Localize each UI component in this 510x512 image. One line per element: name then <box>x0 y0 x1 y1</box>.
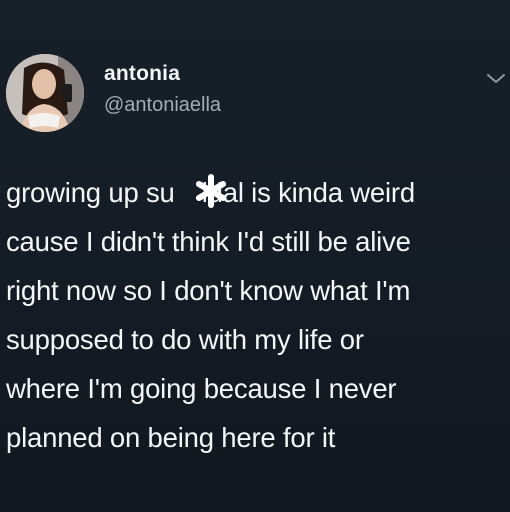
avatar[interactable] <box>6 54 84 132</box>
author-handle[interactable]: @antoniaella <box>104 94 221 117</box>
author-name[interactable]: antonia <box>104 62 180 86</box>
tweet-text: growing up su idal is kinda weird cause … <box>6 177 415 453</box>
chevron-down-icon[interactable] <box>484 70 508 88</box>
censor-star-icon <box>194 174 228 208</box>
tweet-card: antonia @antoniaella growing up su idal … <box>0 0 510 512</box>
